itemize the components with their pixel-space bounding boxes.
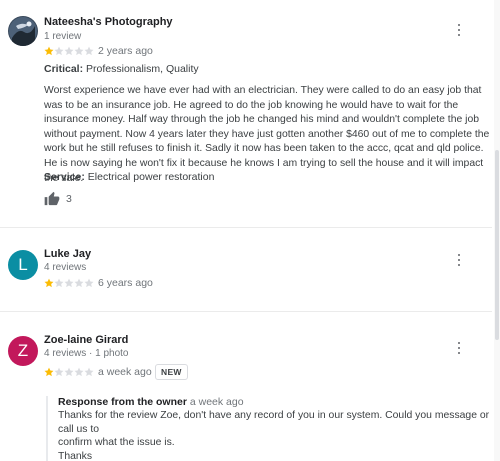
like-button[interactable]: 3 bbox=[44, 191, 72, 206]
review-time: 6 years ago bbox=[98, 277, 153, 289]
more-options-button[interactable] bbox=[454, 340, 464, 356]
reviewer-name[interactable]: Nateesha's Photography bbox=[44, 16, 173, 28]
owner-response-header: Response from the owner a week ago bbox=[58, 396, 492, 408]
star-rating bbox=[44, 278, 94, 288]
scrollbar-thumb[interactable] bbox=[495, 150, 499, 340]
review-card: Nateesha's Photography 1 review 2 years … bbox=[0, 0, 492, 225]
owner-response: Response from the owner a week ago Thank… bbox=[46, 396, 492, 461]
reviewer-meta[interactable]: 4 reviews · 1 photo bbox=[44, 348, 129, 359]
star-empty-icon bbox=[64, 46, 74, 56]
reviewer-name[interactable]: Luke Jay bbox=[44, 248, 91, 260]
critical-value: Professionalism, Quality bbox=[86, 63, 199, 75]
star-empty-icon bbox=[64, 367, 74, 377]
more-options-button[interactable] bbox=[454, 252, 464, 268]
star-empty-icon bbox=[54, 46, 64, 56]
avatar[interactable] bbox=[8, 16, 38, 46]
star-empty-icon bbox=[84, 46, 94, 56]
new-badge: NEW bbox=[155, 364, 188, 380]
service-attribute: Service: Electrical power restoration bbox=[44, 171, 214, 183]
star-filled-icon bbox=[44, 278, 54, 288]
review-card: L Luke Jay 4 reviews 6 years ago bbox=[0, 228, 492, 311]
critical-label: Critical: bbox=[44, 63, 84, 75]
profile-photo-icon bbox=[8, 16, 38, 46]
owner-response-title: Response from the owner bbox=[58, 396, 187, 408]
star-rating bbox=[44, 367, 94, 377]
avatar[interactable]: Z bbox=[8, 336, 38, 366]
owner-response-line: confirm what the issue is. bbox=[58, 437, 175, 448]
reviewer-meta[interactable]: 1 review bbox=[44, 31, 81, 42]
star-empty-icon bbox=[74, 46, 84, 56]
review-card: Z Zoe-laine Girard 4 reviews · 1 photo a… bbox=[0, 312, 492, 461]
star-empty-icon bbox=[54, 367, 64, 377]
avatar[interactable]: L bbox=[8, 250, 38, 280]
more-options-button[interactable] bbox=[454, 22, 464, 38]
review-time: 2 years ago bbox=[98, 45, 153, 57]
owner-response-line: Thanks for the review Zoe, don't have an… bbox=[58, 410, 490, 435]
star-filled-icon bbox=[44, 46, 54, 56]
thumbs-up-icon bbox=[44, 191, 60, 206]
star-filled-icon bbox=[44, 367, 54, 377]
star-empty-icon bbox=[84, 278, 94, 288]
service-label: Service: bbox=[44, 171, 85, 183]
owner-response-text: Thanks for the review Zoe, don't have an… bbox=[58, 409, 492, 461]
star-empty-icon bbox=[74, 278, 84, 288]
avatar-letter: L bbox=[18, 255, 28, 274]
star-empty-icon bbox=[74, 367, 84, 377]
star-rating bbox=[44, 46, 94, 56]
service-value: Electrical power restoration bbox=[87, 171, 215, 183]
owner-response-time: a week ago bbox=[189, 396, 244, 408]
reviewer-name[interactable]: Zoe-laine Girard bbox=[44, 334, 128, 346]
star-empty-icon bbox=[64, 278, 74, 288]
star-empty-icon bbox=[54, 278, 64, 288]
like-count: 3 bbox=[66, 192, 72, 205]
review-time: a week ago bbox=[98, 366, 152, 378]
scrollbar[interactable] bbox=[494, 0, 500, 461]
critical-attributes: Critical: Professionalism, Quality bbox=[44, 63, 199, 75]
owner-response-line: Thanks bbox=[58, 450, 93, 461]
reviewer-meta[interactable]: 4 reviews bbox=[44, 262, 86, 273]
avatar-letter: Z bbox=[17, 341, 29, 360]
star-empty-icon bbox=[84, 367, 94, 377]
